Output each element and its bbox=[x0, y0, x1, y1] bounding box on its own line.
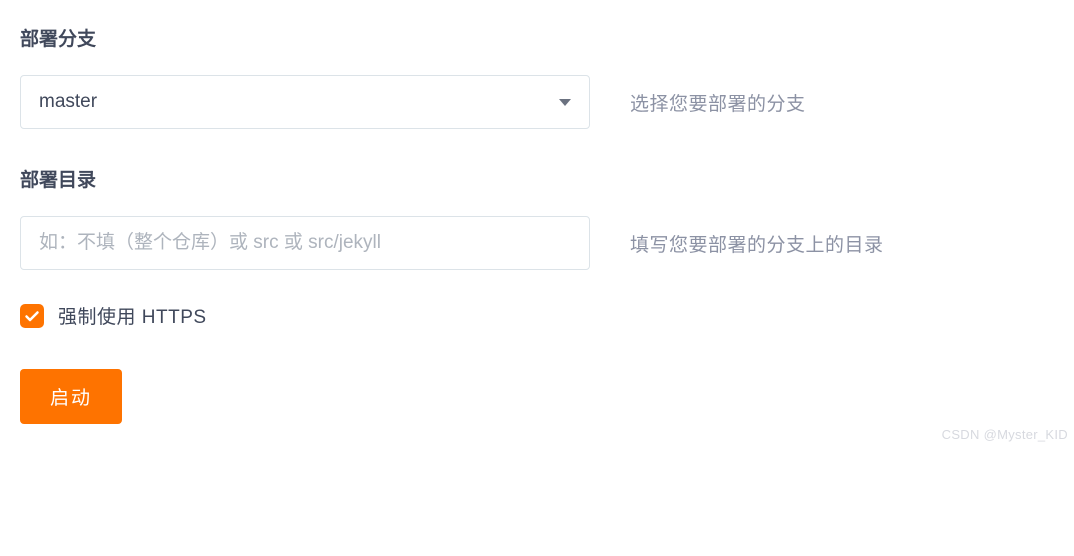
branch-select-value: master bbox=[39, 91, 97, 113]
branch-select[interactable]: master bbox=[20, 75, 590, 129]
directory-help-text: 填写您要部署的分支上的目录 bbox=[630, 230, 1054, 257]
branch-field-group: 部署分支 master 选择您要部署的分支 bbox=[20, 24, 1054, 129]
check-icon bbox=[24, 308, 40, 324]
https-checkbox-label: 强制使用 HTTPS bbox=[58, 302, 207, 329]
https-checkbox-row: 强制使用 HTTPS bbox=[20, 302, 1054, 329]
branch-field-row: master 选择您要部署的分支 bbox=[20, 75, 1054, 129]
directory-input[interactable] bbox=[20, 216, 590, 270]
directory-label: 部署目录 bbox=[20, 165, 1054, 192]
directory-field-group: 部署目录 填写您要部署的分支上的目录 bbox=[20, 165, 1054, 270]
branch-help-text: 选择您要部署的分支 bbox=[630, 89, 1054, 116]
branch-label: 部署分支 bbox=[20, 24, 1054, 51]
directory-field-row: 填写您要部署的分支上的目录 bbox=[20, 216, 1054, 270]
watermark-text: CSDN @Myster_KID bbox=[942, 427, 1068, 442]
https-checkbox[interactable] bbox=[20, 304, 44, 328]
submit-button[interactable]: 启动 bbox=[20, 369, 122, 424]
caret-down-icon bbox=[559, 99, 571, 106]
